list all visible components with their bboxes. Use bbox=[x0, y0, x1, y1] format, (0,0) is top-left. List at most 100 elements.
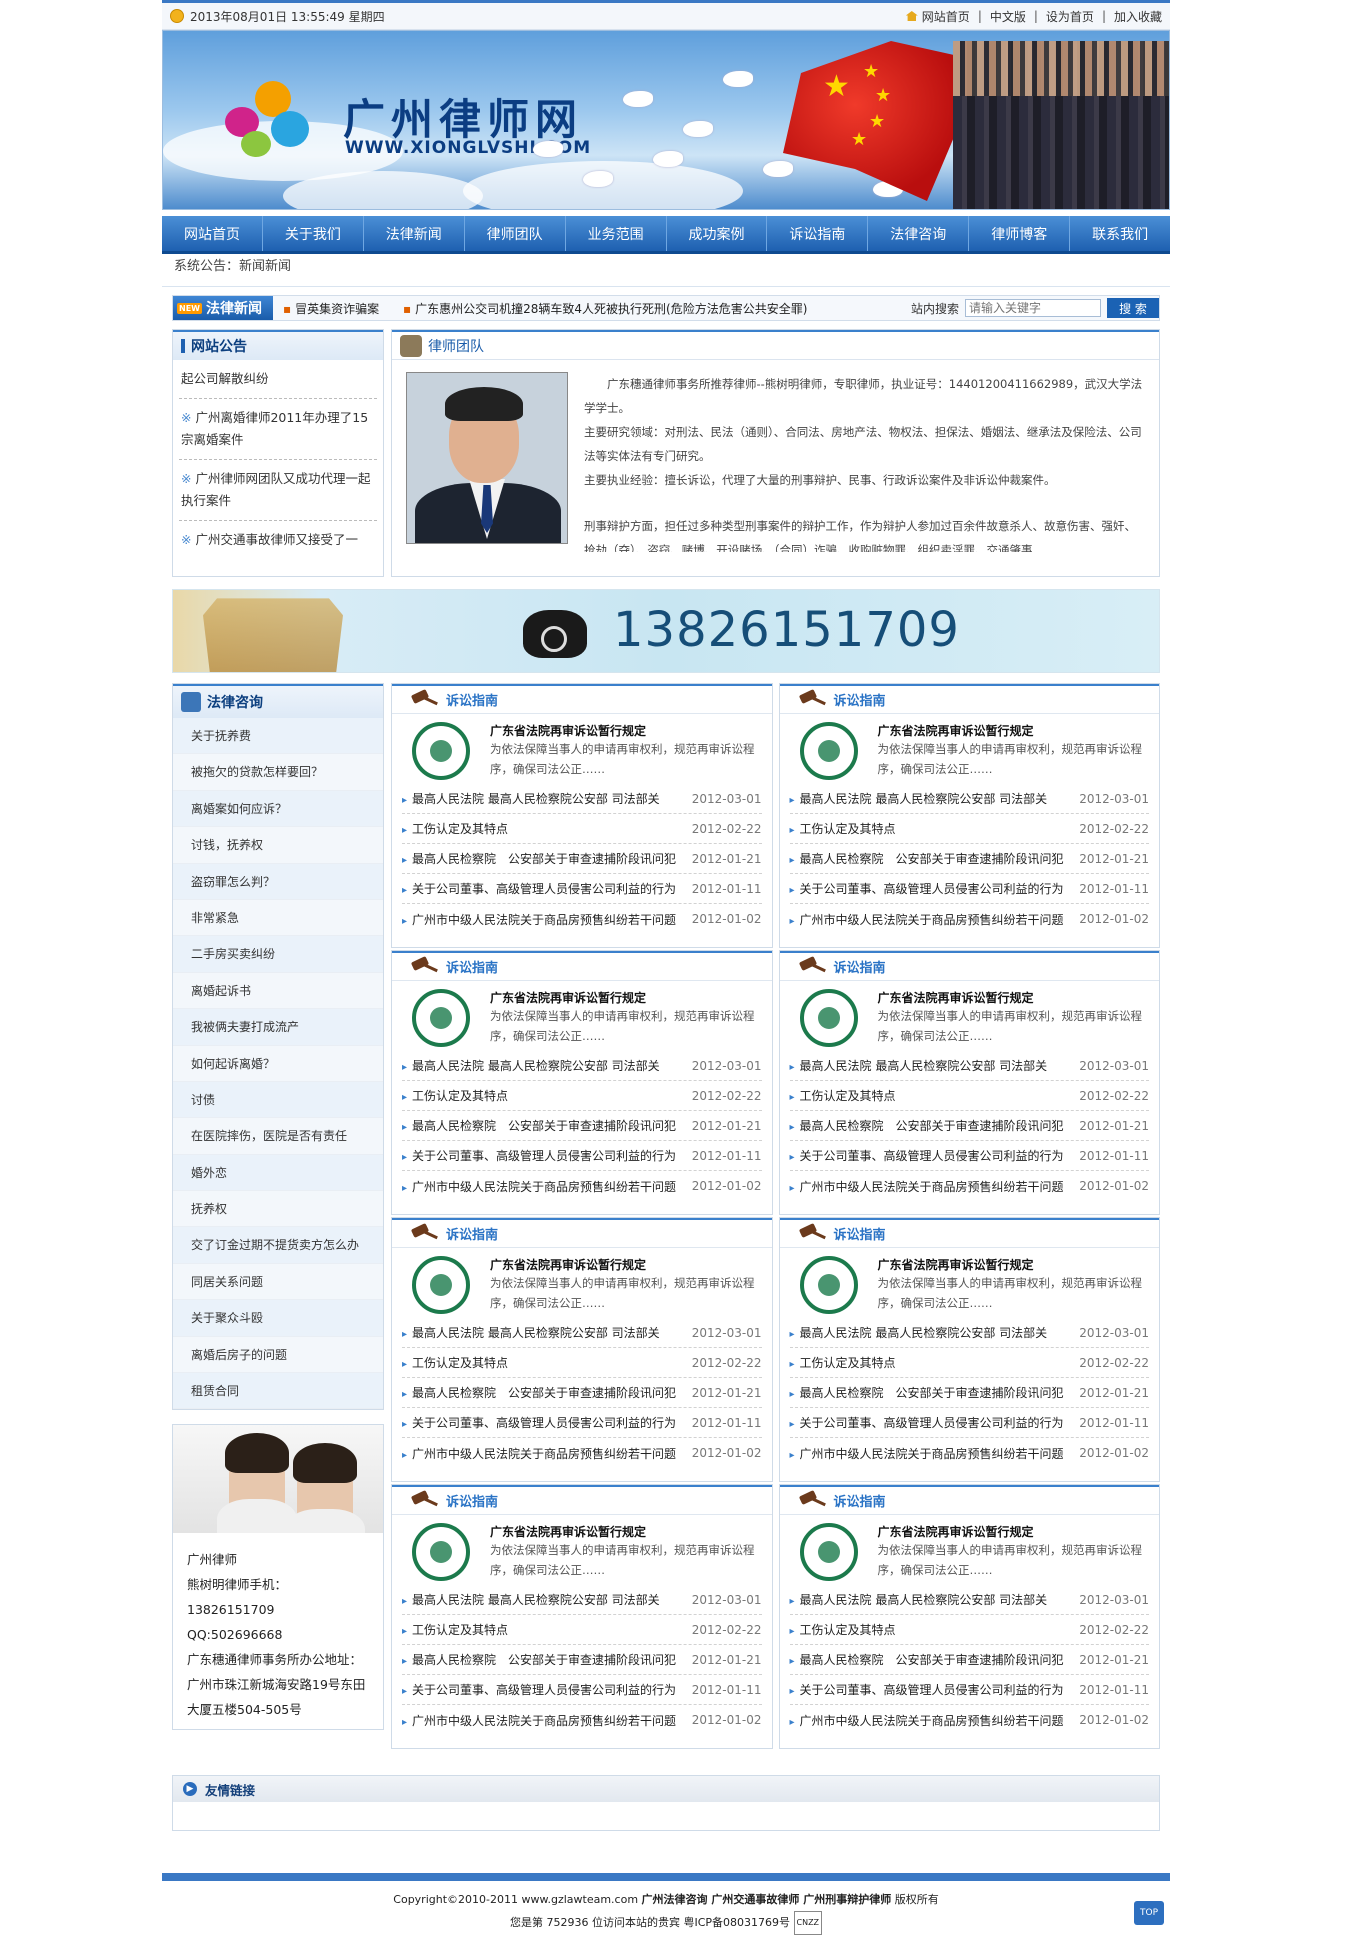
announcement-link[interactable]: 广州交通事故律师又接受了一 bbox=[195, 532, 358, 547]
search-button[interactable]: 搜 索 bbox=[1107, 298, 1159, 318]
guide-link[interactable]: 最高人民法院 最高人民检察院公安部 司法部关 bbox=[402, 1057, 660, 1074]
guide-link[interactable]: 最高人民法院 最高人民检察院公安部 司法部关 bbox=[402, 1591, 660, 1608]
guide-link[interactable]: 最高人民法院 最高人民检察院公安部 司法部关 bbox=[402, 790, 660, 807]
guide-link[interactable]: 最高人民检察院 公安部关于审查逮捕阶段讯问犯 bbox=[402, 1384, 676, 1401]
consult-item[interactable]: 抚养权 bbox=[173, 1191, 383, 1228]
guide-link[interactable]: 工伤认定及其特点 bbox=[790, 1621, 896, 1638]
list-item[interactable]: 最高人民法院 最高人民检察院公安部 司法部关 2012-03-01 bbox=[789, 1318, 1149, 1348]
consult-link[interactable]: 讨债 bbox=[191, 1093, 215, 1107]
search-input[interactable] bbox=[965, 299, 1101, 317]
consult-item[interactable]: 关于聚众斗殴 bbox=[173, 1300, 383, 1337]
guide-link[interactable]: 工伤认定及其特点 bbox=[402, 1354, 508, 1371]
consult-item[interactable]: 同居关系问题 bbox=[173, 1263, 383, 1301]
guide-link[interactable]: 工伤认定及其特点 bbox=[790, 820, 896, 837]
guide-link[interactable]: 关于公司董事、高级管理人员侵害公司利益的行为 bbox=[402, 1147, 676, 1164]
consult-link[interactable]: 被拖欠的贷款怎样要回？ bbox=[191, 765, 323, 779]
back-to-top-button[interactable]: TOP bbox=[1133, 1901, 1164, 1925]
guide-link[interactable]: 关于公司董事、高级管理人员侵害公司利益的行为 bbox=[790, 1147, 1064, 1164]
guide-link[interactable]: 关于公司董事、高级管理人员侵害公司利益的行为 bbox=[402, 880, 676, 897]
announcement-link[interactable]: 广州离婚律师2011年办理了15宗离婚案件 bbox=[181, 410, 368, 447]
footer-keywords[interactable]: 广州法律咨询 广州交通事故律师 广州刑事辩护律师 bbox=[642, 1893, 892, 1906]
guide-card-title[interactable]: 诉讼指南 bbox=[834, 957, 886, 976]
list-item[interactable]: 广州市中级人民法院关于商品房预售纠纷若干问题 2012-01-02 bbox=[790, 904, 1149, 934]
list-item[interactable]: 关于公司董事、高级管理人员侵害公司利益的行为 2012-01-11 bbox=[402, 874, 762, 904]
guide-link[interactable]: 关于公司董事、高级管理人员侵害公司利益的行为 bbox=[790, 880, 1064, 897]
guide-card-title[interactable]: 诉讼指南 bbox=[446, 690, 498, 709]
guide-link[interactable]: 广州市中级人民法院关于商品房预售纠纷若干问题 bbox=[790, 1445, 1064, 1462]
cnzz-badge[interactable]: CNZZ bbox=[793, 1911, 823, 1935]
nav-legal-consult[interactable]: 法律咨询 bbox=[868, 216, 970, 251]
consult-item[interactable]: 非常紧急 bbox=[173, 899, 383, 937]
consult-link[interactable]: 二手房买卖纠纷 bbox=[191, 947, 275, 961]
list-item[interactable]: 最高人民检察院 公安部关于审查逮捕阶段讯问犯 2012-01-21 bbox=[402, 844, 762, 874]
consult-item[interactable]: 我被俩夫妻打成流产 bbox=[173, 1009, 383, 1046]
ticker-item[interactable]: ▪ 冒英集资诈骗案 bbox=[283, 302, 379, 316]
list-item[interactable]: 工伤认定及其特点 2012-02-22 bbox=[402, 1081, 762, 1111]
consult-link[interactable]: 交了订金过期不提货卖方怎么办 bbox=[191, 1238, 359, 1252]
consult-item[interactable]: 关于抚养费 bbox=[173, 718, 383, 755]
list-item[interactable]: 工伤认定及其特点 2012-02-22 bbox=[789, 1348, 1149, 1378]
list-item[interactable]: 最高人民检察院 公安部关于审查逮捕阶段讯问犯 2012-01-21 bbox=[402, 1645, 762, 1675]
lawyer-portrait[interactable] bbox=[406, 372, 568, 544]
list-item[interactable]: 工伤认定及其特点 2012-02-22 bbox=[402, 1348, 762, 1378]
consult-link[interactable]: 抚养权 bbox=[191, 1202, 227, 1216]
list-item[interactable]: 广州市中级人民法院关于商品房预售纠纷若干问题 2012-01-02 bbox=[402, 1171, 761, 1201]
guide-link[interactable]: 关于公司董事、高级管理人员侵害公司利益的行为 bbox=[790, 1414, 1064, 1431]
consult-item[interactable]: 交了订金过期不提货卖方怎么办 bbox=[173, 1227, 383, 1264]
guide-card-title[interactable]: 诉讼指南 bbox=[446, 1491, 498, 1510]
list-item[interactable]: 关于公司董事、高级管理人员侵害公司利益的行为 2012-01-11 bbox=[789, 1141, 1149, 1171]
list-item[interactable]: 最高人民检察院 公安部关于审查逮捕阶段讯问犯 2012-01-21 bbox=[402, 1111, 762, 1141]
consult-item[interactable]: 讨钱，抚养权 bbox=[173, 827, 383, 864]
consult-link[interactable]: 关于抚养费 bbox=[191, 729, 251, 743]
link-chinese[interactable]: 中文版 bbox=[990, 8, 1026, 25]
list-item[interactable]: 关于公司董事、高级管理人员侵害公司利益的行为 2012-01-11 bbox=[789, 874, 1149, 904]
consult-item[interactable]: 离婚起诉书 bbox=[173, 972, 383, 1010]
nav-legal-news[interactable]: 法律新闻 bbox=[364, 216, 465, 251]
guide-link[interactable]: 工伤认定及其特点 bbox=[790, 1354, 896, 1371]
ticker-item[interactable]: ▪ 广东惠州公交司机撞28辆车致4人死被执行死刑(危险方法危害公共安全罪) bbox=[403, 302, 807, 316]
list-item[interactable]: 最高人民检察院 公安部关于审查逮捕阶段讯问犯 2012-01-21 bbox=[789, 1111, 1149, 1141]
icp-link[interactable]: 粤ICP备08031769号 bbox=[683, 1916, 790, 1929]
guide-link[interactable]: 工伤认定及其特点 bbox=[402, 1087, 508, 1104]
feature-title[interactable]: 广东省法院再审诉讼暂行规定 bbox=[484, 722, 764, 739]
list-item[interactable]: 最高人民检察院 公安部关于审查逮捕阶段讯问犯 2012-01-21 bbox=[789, 844, 1149, 874]
nav-lawyer-team[interactable]: 律师团队 bbox=[465, 216, 566, 251]
guide-link[interactable]: 广州市中级人民法院关于商品房预售纠纷若干问题 bbox=[790, 1178, 1064, 1195]
nav-contact[interactable]: 联系我们 bbox=[1070, 216, 1170, 251]
consult-link[interactable]: 租赁合同 bbox=[191, 1384, 239, 1398]
consult-link[interactable]: 非常紧急 bbox=[191, 911, 239, 925]
nav-success-cases[interactable]: 成功案例 bbox=[667, 216, 768, 251]
feature-title[interactable]: 广东省法院再审诉讼暂行规定 bbox=[872, 989, 1152, 1006]
feature-title[interactable]: 广东省法院再审诉讼暂行规定 bbox=[484, 989, 764, 1006]
guide-link[interactable]: 关于公司董事、高级管理人员侵害公司利益的行为 bbox=[790, 1681, 1064, 1698]
guide-link[interactable]: 最高人民法院 最高人民检察院公安部 司法部关 bbox=[790, 790, 1048, 807]
nav-about[interactable]: 关于我们 bbox=[263, 216, 364, 251]
nav-litigation-guide[interactable]: 诉讼指南 bbox=[767, 216, 869, 251]
announcement-item[interactable]: ※ 广州律师网团队又成功代理一起执行案件 bbox=[179, 460, 377, 521]
nav-lawyer-blog[interactable]: 律师博客 bbox=[969, 216, 1071, 251]
announcement-link[interactable]: 广州律师网团队又成功代理一起执行案件 bbox=[181, 471, 370, 508]
list-item[interactable]: 工伤认定及其特点 2012-02-22 bbox=[789, 814, 1149, 844]
list-item[interactable]: 最高人民检察院 公安部关于审查逮捕阶段讯问犯 2012-01-21 bbox=[789, 1645, 1149, 1675]
guide-link[interactable]: 广州市中级人民法院关于商品房预售纠纷若干问题 bbox=[402, 1178, 676, 1195]
guide-link[interactable]: 最高人民法院 最高人民检察院公安部 司法部关 bbox=[402, 1324, 660, 1341]
list-item[interactable]: 关于公司董事、高级管理人员侵害公司利益的行为 2012-01-11 bbox=[402, 1675, 762, 1705]
guide-link[interactable]: 关于公司董事、高级管理人员侵害公司利益的行为 bbox=[402, 1681, 676, 1698]
consult-item[interactable]: 离婚后房子的问题 bbox=[173, 1336, 383, 1374]
team-title[interactable]: 律师团队 bbox=[428, 336, 484, 356]
list-item[interactable]: 工伤认定及其特点 2012-02-22 bbox=[402, 1615, 762, 1645]
list-item[interactable]: 关于公司董事、高级管理人员侵害公司利益的行为 2012-01-11 bbox=[789, 1408, 1149, 1438]
guide-link[interactable]: 广州市中级人民法院关于商品房预售纠纷若干问题 bbox=[402, 911, 676, 928]
list-item[interactable]: 广州市中级人民法院关于商品房预售纠纷若干问题 2012-01-02 bbox=[402, 1438, 761, 1468]
ticker-link[interactable]: 冒英集资诈骗案 bbox=[295, 302, 379, 316]
list-item[interactable]: 最高人民检察院 公安部关于审查逮捕阶段讯问犯 2012-01-21 bbox=[402, 1378, 762, 1408]
list-item[interactable]: 最高人民法院 最高人民检察院公安部 司法部关 2012-03-01 bbox=[402, 784, 762, 814]
consult-link[interactable]: 离婚案如何应诉？ bbox=[191, 802, 287, 816]
guide-card-title[interactable]: 诉讼指南 bbox=[446, 957, 498, 976]
guide-link[interactable]: 最高人民检察院 公安部关于审查逮捕阶段讯问犯 bbox=[790, 1117, 1064, 1134]
guide-link[interactable]: 关于公司董事、高级管理人员侵害公司利益的行为 bbox=[402, 1414, 676, 1431]
consult-link[interactable]: 如何起诉离婚？ bbox=[191, 1057, 275, 1071]
guide-link[interactable]: 最高人民检察院 公安部关于审查逮捕阶段讯问犯 bbox=[402, 1117, 676, 1134]
consult-item[interactable]: 讨债 bbox=[173, 1081, 383, 1119]
consult-link[interactable]: 盗窃罪怎么判？ bbox=[191, 875, 275, 889]
